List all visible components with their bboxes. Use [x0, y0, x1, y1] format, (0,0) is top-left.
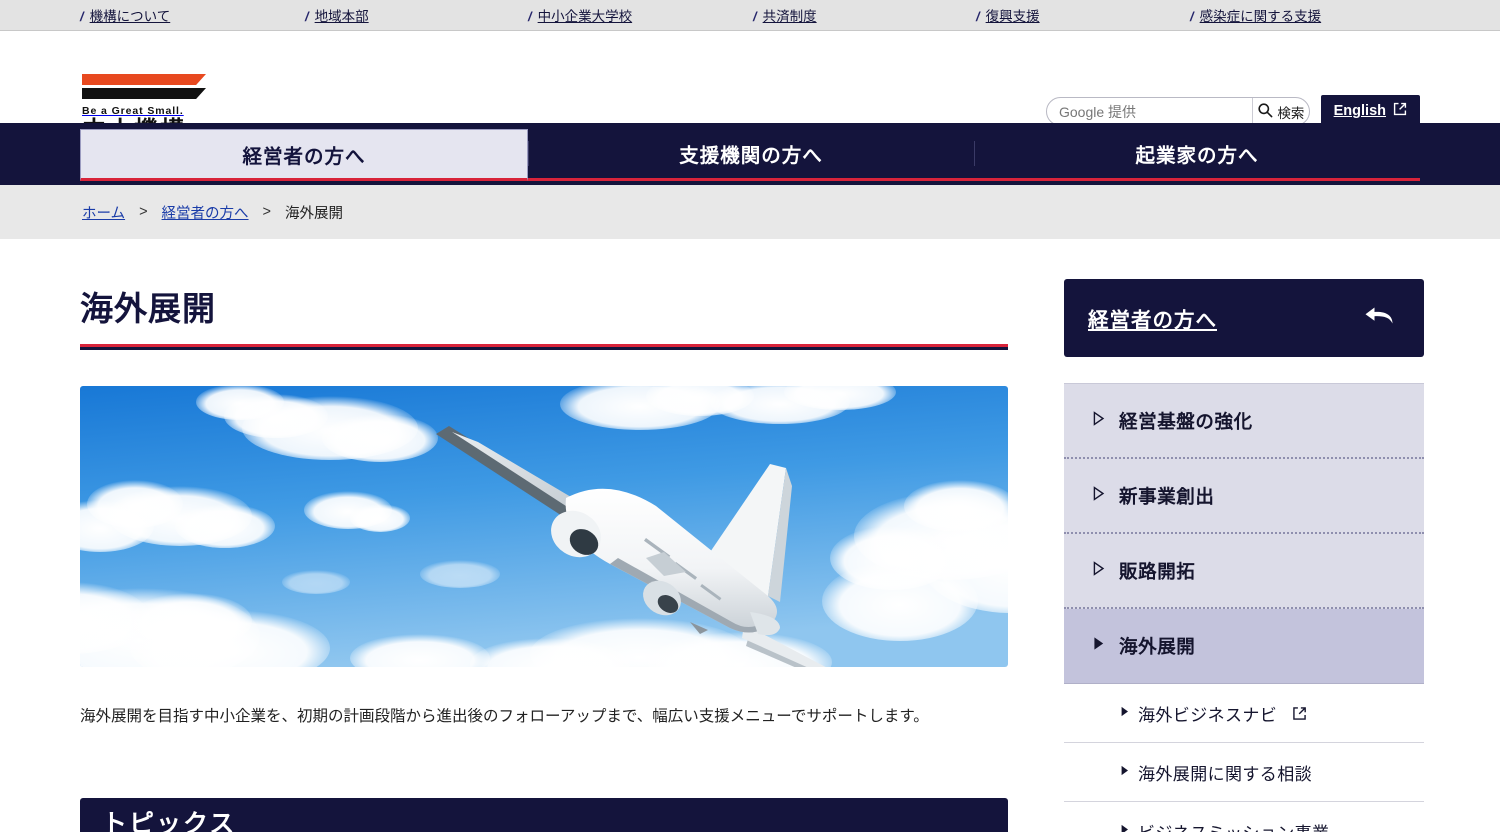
back-arrow-icon [1362, 302, 1396, 335]
utility-nav-item-0[interactable]: / 機構について [80, 5, 170, 25]
search-input[interactable] [1047, 98, 1252, 125]
main-nav-tab-0[interactable]: 経営者の方へ [80, 129, 528, 181]
triangle-right-small-icon [1120, 704, 1129, 722]
content-area: 海外展開 海外展開を目指す中小企業を、初期の計画段階から進出後のフォローアップま… [0, 239, 1500, 832]
page-title: 海外展開 [80, 290, 216, 327]
triangle-right-filled-icon [1092, 636, 1105, 656]
utility-nav-item-label: 感染症に関する支援 [1199, 9, 1322, 24]
utility-nav-item-1[interactable]: / 地域本部 [305, 5, 369, 25]
utility-nav-item-label: 地域本部 [314, 9, 369, 24]
sidebar-sub-item-0[interactable]: 海外ビジネスナビ [1064, 684, 1424, 743]
utility-nav-separator-icon: / [1190, 9, 1194, 24]
utility-nav-item-label: 機構について [89, 9, 171, 24]
site-header: Be a Great Small. 中小機構 検索 English [0, 31, 1500, 143]
utility-nav-separator-icon: / [753, 9, 757, 24]
lead-paragraph: 海外展開を目指す中小企業を、初期の計画段階から進出後のフォローアップまで、幅広い… [80, 708, 929, 725]
utility-nav-item-label: 復興支援 [985, 9, 1040, 24]
utility-nav-item-4[interactable]: / 復興支援 [976, 5, 1040, 25]
sidebar-item-label: 経営基盤の強化 [1119, 410, 1253, 432]
sidebar-item-3[interactable]: 海外展開 [1064, 609, 1424, 684]
sidebar-item-0[interactable]: 経営基盤の強化 [1064, 384, 1424, 459]
utility-nav-item-5[interactable]: / 感染症に関する支援 [1190, 5, 1321, 25]
logo-tagline: Be a Great Small. [82, 105, 184, 117]
triangle-right-small-icon [1120, 822, 1129, 832]
sidebar-sub-item-label: 海外展開に関する相談 [1138, 764, 1312, 784]
triangle-right-outline-icon [1092, 410, 1105, 431]
breadcrumb-separator: > [139, 204, 148, 220]
utility-nav-separator-icon: / [976, 9, 980, 24]
breadcrumb-separator: > [262, 204, 272, 220]
main-navigation: 経営者の方へ 支援機関の方へ 起業家の方へ [0, 123, 1500, 185]
breadcrumb-item-1[interactable]: 経営者の方へ [162, 202, 249, 223]
main-column: 海外展開 海外展開を目指す中小企業を、初期の計画段階から進出後のフォローアップま… [80, 239, 1008, 832]
search-button-label: 検索 [1277, 105, 1305, 121]
sidebar-sub-item-2[interactable]: ビジネスミッション事業 [1064, 802, 1424, 832]
breadcrumb-item-0[interactable]: ホーム [82, 202, 125, 223]
sidebar-item-1[interactable]: 新事業創出 [1064, 459, 1424, 534]
sidebar-menu: 経営基盤の強化新事業創出販路開拓海外展開海外ビジネスナビ海外展開に関する相談ビジ… [1064, 383, 1424, 832]
external-link-icon [1292, 706, 1307, 721]
utility-nav-item-3[interactable]: / 共済制度 [753, 5, 817, 25]
sidebar-header-label: 経営者の方へ [1088, 309, 1217, 332]
triangle-right-outline-icon [1092, 485, 1105, 506]
hero-image [80, 386, 1008, 667]
utility-nav-item-label: 中小企業大学校 [537, 9, 633, 24]
main-nav-tab-2[interactable]: 起業家の方へ [974, 129, 1420, 181]
search-button[interactable]: 検索 [1253, 98, 1309, 125]
search-icon [1257, 102, 1273, 121]
main-nav-tab-label: 経営者の方へ [242, 145, 366, 168]
sidebar-header-link[interactable]: 経営者の方へ [1064, 279, 1424, 357]
main-nav-tab-label: 支援機関の方へ [679, 145, 823, 167]
external-link-icon [1393, 102, 1407, 120]
search-box[interactable]: 検索 [1046, 97, 1310, 126]
logo-bar-red-icon [82, 74, 206, 85]
sidebar-sub-item-1[interactable]: 海外展開に関する相談 [1064, 743, 1424, 802]
sidebar-item-label: 新事業創出 [1119, 485, 1215, 507]
utility-nav-separator-icon: / [528, 9, 532, 24]
main-nav-tab-1[interactable]: 支援機関の方へ [528, 129, 974, 181]
main-nav-tab-label: 起業家の方へ [1135, 145, 1259, 167]
utility-nav-separator-icon: / [305, 9, 309, 24]
utility-nav-item-2[interactable]: / 中小企業大学校 [528, 5, 632, 25]
sidebar-item-label: 販路開拓 [1119, 560, 1196, 582]
utility-nav-separator-icon: / [80, 9, 84, 24]
sidebar-sub-item-label: 海外ビジネスナビ [1138, 705, 1278, 725]
airplane-sky-illustration [80, 386, 1008, 667]
breadcrumb-item-2: 海外展開 [285, 205, 344, 222]
logo-bar-black-icon [82, 88, 206, 99]
triangle-right-small-icon [1120, 763, 1129, 781]
sidebar-sub-item-label: ビジネスミッション事業 [1138, 819, 1329, 832]
breadcrumb: ホーム > 経営者の方へ > 海外展開 [0, 185, 1500, 239]
utility-nav-item-label: 共済制度 [762, 9, 817, 24]
topics-section-heading: トピックス [80, 797, 1008, 832]
utility-nav-bar: / 機構について / 地域本部 / 中小企業大学校 / 共済制度 / 復興支援 / 感染症に関する支援 [0, 0, 1500, 31]
sidebar: 経営者の方へ 経営基盤の強化 新事業創出販路開拓海外展開海外ビジネスナビ海外展開に… [1064, 239, 1424, 832]
sidebar-item-2[interactable]: 販路開拓 [1064, 534, 1424, 609]
english-button-label: English [1333, 103, 1386, 119]
triangle-right-outline-icon [1092, 560, 1105, 581]
sidebar-item-label: 海外展開 [1119, 636, 1196, 657]
title-underline [80, 344, 1008, 350]
